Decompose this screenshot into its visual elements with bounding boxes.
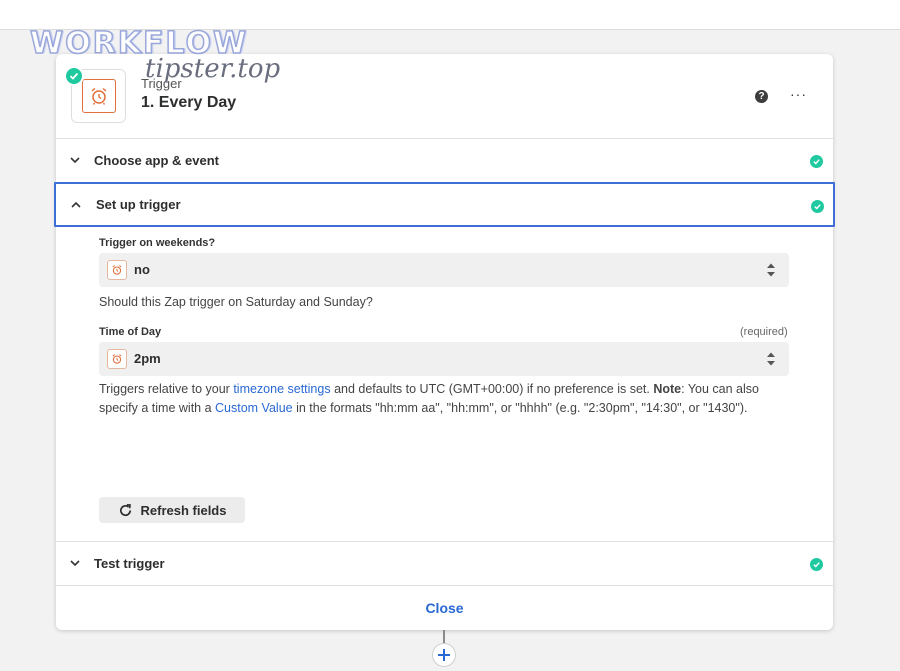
custom-value-link[interactable]: Custom Value [215, 401, 293, 415]
step-connector-line [443, 630, 445, 644]
refresh-fields-label: Refresh fields [140, 502, 227, 518]
help-text-part: in the formats "hh:mm aa", "hh:mm", or "… [292, 401, 748, 415]
chevron-up-icon [71, 201, 81, 208]
help-text-part: and defaults to UTC (GMT+00:00) if no pr… [330, 382, 654, 396]
step-header[interactable]: Trigger 1. Every Day ? ··· [56, 54, 833, 139]
plus-icon [438, 649, 450, 661]
question-circle-icon[interactable]: ? [755, 90, 768, 103]
set-up-trigger-body: Trigger on weekends? no Should this Zap … [56, 227, 833, 542]
section-set-up-trigger[interactable]: Set up trigger [54, 182, 835, 227]
step-complete-check-icon [64, 66, 84, 86]
required-marker: (required) [740, 326, 788, 338]
check-circle-icon [810, 558, 823, 571]
section-test-trigger[interactable]: Test trigger [56, 542, 833, 586]
weekends-select[interactable]: no [99, 253, 789, 287]
help-text-note: Note [653, 382, 682, 396]
time-of-day-field-label: Time of Day [99, 326, 162, 338]
add-step-button[interactable] [432, 643, 456, 667]
refresh-fields-button[interactable]: Refresh fields [99, 497, 245, 523]
check-circle-icon [811, 200, 824, 213]
alarm-clock-icon [81, 79, 116, 113]
step-title[interactable]: 1. Every Day [141, 94, 236, 112]
check-circle-icon [810, 155, 823, 168]
select-arrows-icon [767, 263, 775, 277]
more-dots-icon[interactable]: ··· [790, 86, 807, 102]
weekends-field-label: Trigger on weekends? [99, 237, 216, 249]
help-text-part: Triggers relative to your [99, 382, 234, 396]
chevron-down-icon [70, 560, 80, 567]
timezone-settings-link[interactable]: timezone settings [233, 382, 330, 396]
alarm-clock-icon [107, 260, 127, 280]
time-of-day-select-value: 2pm [134, 351, 161, 366]
section-label: Set up trigger [96, 197, 181, 212]
time-of-day-select[interactable]: 2pm [99, 342, 789, 376]
weekends-select-value: no [134, 262, 150, 277]
close-row: Close [56, 586, 833, 630]
chevron-down-icon [70, 157, 80, 164]
select-arrows-icon [767, 352, 775, 366]
time-of-day-help-text: Triggers relative to your timezone setti… [99, 380, 789, 418]
top-bar [0, 0, 900, 30]
section-label: Test trigger [94, 556, 165, 571]
alarm-clock-icon [107, 349, 127, 369]
step-kind: Trigger [141, 76, 182, 91]
step-card: Trigger 1. Every Day ? ··· Choose app & … [54, 54, 835, 630]
refresh-icon [119, 503, 131, 516]
weekends-help-text: Should this Zap trigger on Saturday and … [99, 295, 373, 309]
section-choose-app-event[interactable]: Choose app & event [56, 139, 833, 183]
section-label: Choose app & event [94, 153, 219, 168]
close-button[interactable]: Close [425, 600, 463, 616]
